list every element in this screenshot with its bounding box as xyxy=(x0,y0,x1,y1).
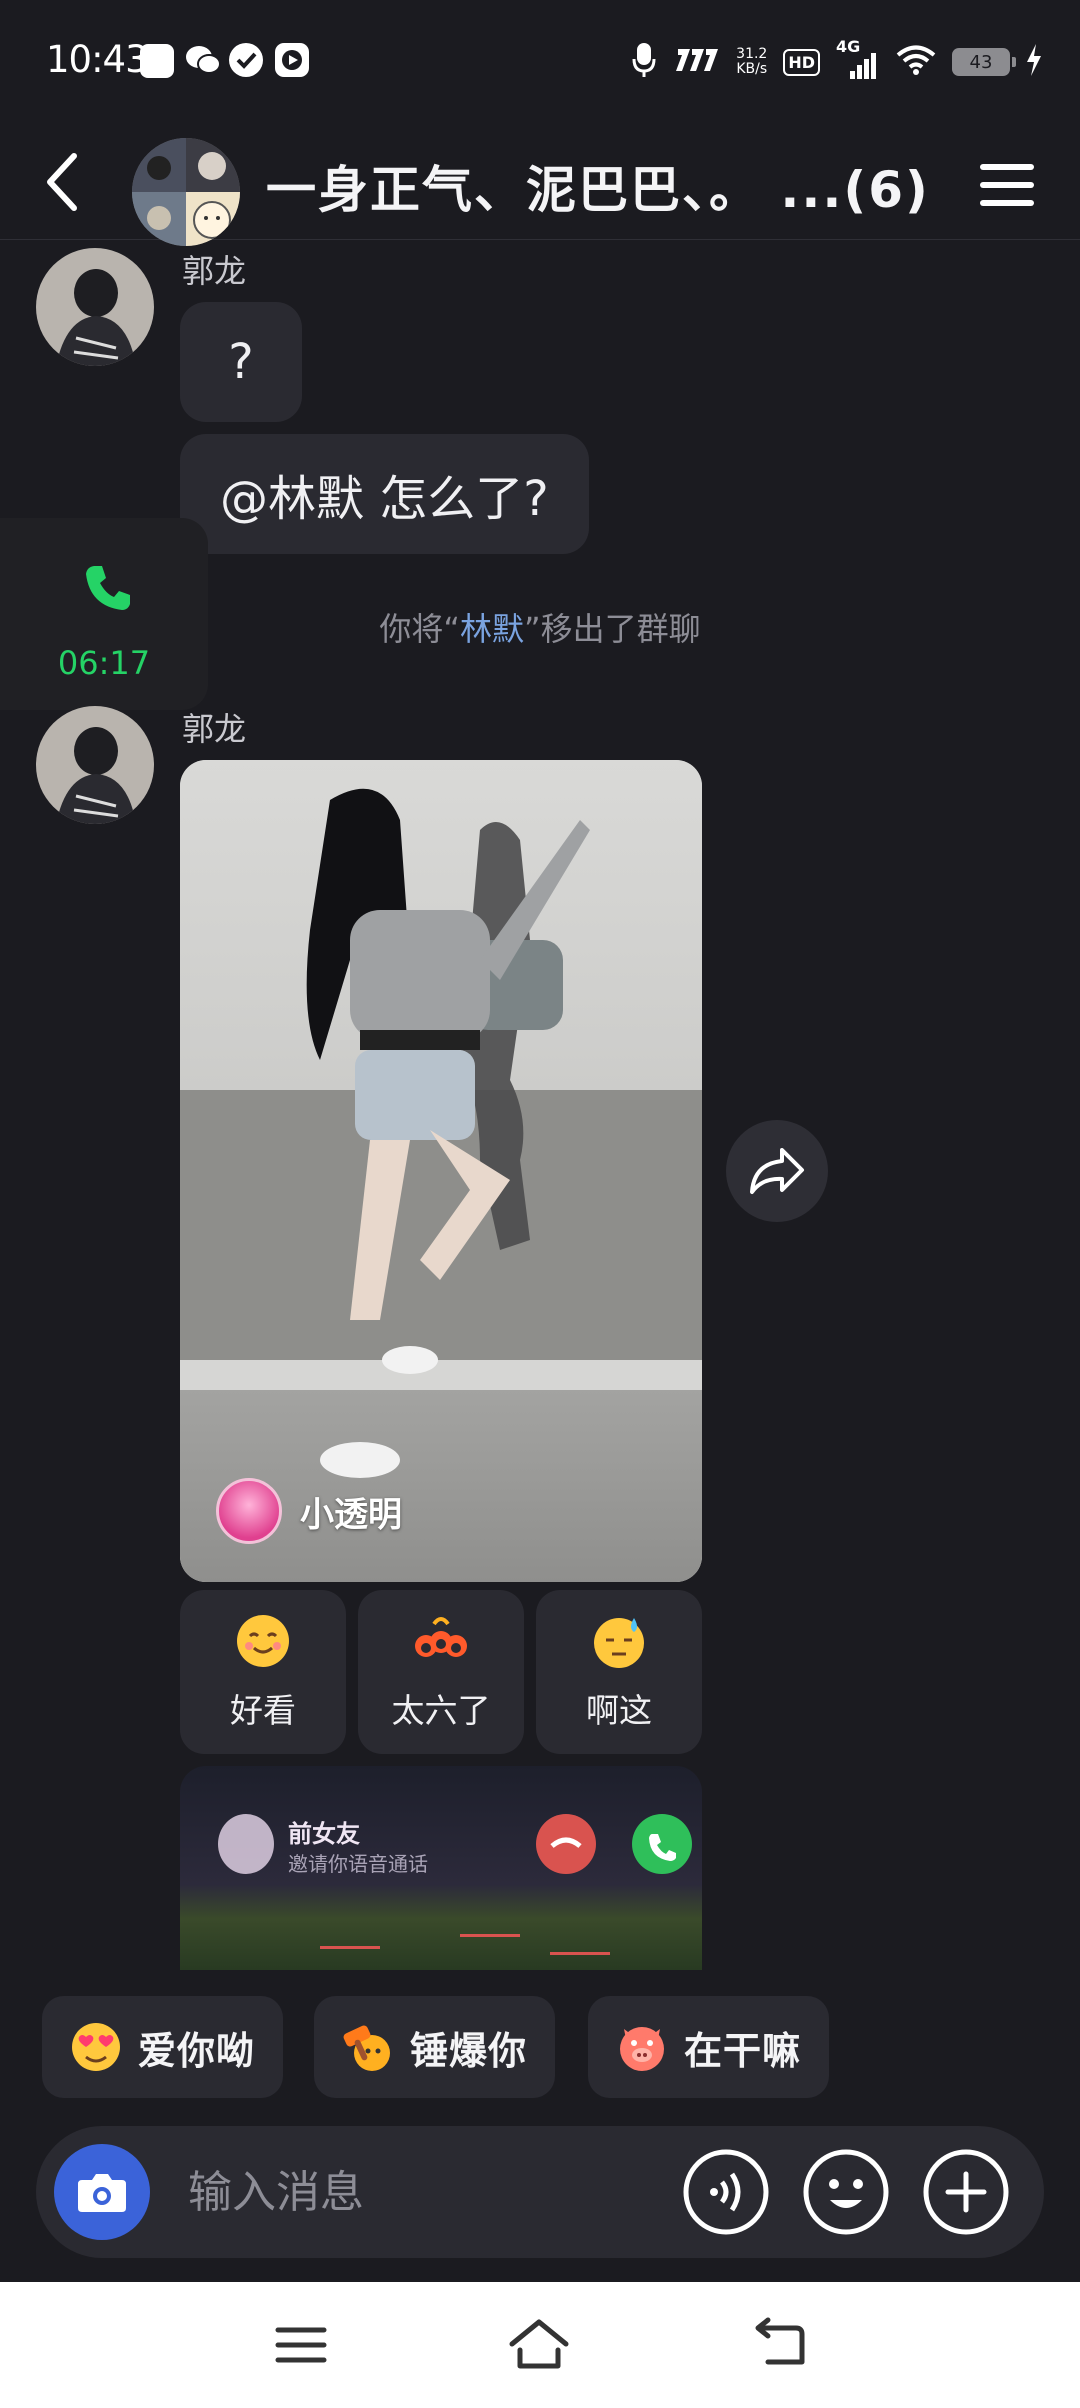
microphone-icon xyxy=(632,41,656,83)
video-thumbnail xyxy=(180,760,702,1582)
voice-button[interactable] xyxy=(680,2146,772,2238)
reaction-button-2[interactable]: 啊这 xyxy=(536,1590,702,1754)
back-arrow-icon xyxy=(47,153,77,211)
video-app-icon xyxy=(274,42,310,82)
status-right: 31.2 KB/s HD 4G 43 xyxy=(632,37,1042,84)
home-icon xyxy=(509,2319,569,2369)
video-author[interactable]: 小透明 xyxy=(216,1478,402,1544)
plus-icon xyxy=(923,2149,1009,2235)
network-speed-value: 31.2 xyxy=(736,46,768,62)
recents-button[interactable] xyxy=(266,2310,336,2380)
battery-indicator: 43 xyxy=(952,48,1016,76)
camera-icon xyxy=(78,2174,126,2212)
quick-reply-label: 在干嘛 xyxy=(684,2028,802,2073)
recents-menu-icon xyxy=(275,2327,327,2363)
chat-header: 一身正气、泥巴巴、。 ...(6) xyxy=(0,124,1080,246)
wifi-icon xyxy=(896,44,936,80)
cell-signal-icon: 4G xyxy=(836,37,880,81)
home-button[interactable] xyxy=(504,2310,574,2380)
system-message-name[interactable]: 林默 xyxy=(460,610,524,648)
call-card-caller: 前女友 xyxy=(288,1820,360,1848)
hamburger-icon xyxy=(980,164,1034,206)
reaction-button-1[interactable]: 太六了 xyxy=(358,1590,524,1754)
reaction-button-0[interactable]: 好看 xyxy=(180,1590,346,1754)
message-bubble-mention[interactable]: @林默 怎么了? xyxy=(180,434,589,554)
video-message-card[interactable]: 小透明 xyxy=(180,760,702,1582)
sweat-face-emoji-icon xyxy=(594,1618,644,1668)
reaction-label: 好看 xyxy=(230,1691,296,1730)
share-arrow-icon xyxy=(750,1148,804,1194)
reaction-label: 太六了 xyxy=(391,1691,491,1730)
carrier-logo-icon xyxy=(672,45,720,79)
quick-reply-1[interactable]: 锤爆你 xyxy=(314,1996,556,2098)
video-message-card-2[interactable]: 前女友 邀请你语音通话 xyxy=(180,1766,702,1970)
back-nav-button[interactable] xyxy=(744,2310,814,2380)
sender-avatar[interactable] xyxy=(36,248,154,366)
call-card-subtitle: 邀请你语音通话 xyxy=(288,1852,428,1876)
system-message-suffix: ”移出了群聊 xyxy=(524,610,701,648)
emoji-button[interactable] xyxy=(800,2146,892,2238)
sender-name: 郭龙 xyxy=(182,252,247,290)
menu-button[interactable] xyxy=(972,150,1042,220)
message-input[interactable] xyxy=(188,2152,668,2232)
camera-button[interactable] xyxy=(54,2144,150,2240)
system-message-prefix: 你将“ xyxy=(379,610,460,648)
sender-avatar[interactable] xyxy=(36,706,154,824)
mail-icon xyxy=(140,44,174,78)
quick-reply-0[interactable]: 爱你呦 xyxy=(42,1996,284,2098)
status-bar: 10:43 31.2 KB/s HD 4G 43 xyxy=(0,0,1080,124)
quick-reply-2[interactable]: 在干嘛 xyxy=(588,1996,830,2098)
message-bubble[interactable]: ? xyxy=(180,302,302,422)
chat-screen: 10:43 31.2 KB/s HD 4G 43 一身正气、泥巴巴、。 ...(… xyxy=(0,0,1080,2408)
reaction-label: 啊这 xyxy=(586,1691,652,1730)
group-title[interactable]: 一身正气、泥巴巴、。 ...(6) xyxy=(266,150,930,222)
sender-name: 郭龙 xyxy=(182,710,247,748)
system-message: 你将“林默”移出了群聊 xyxy=(0,604,1080,650)
voice-wave-icon xyxy=(683,2149,769,2235)
pig-emoji-icon xyxy=(620,2027,664,2071)
network-speed: 31.2 KB/s xyxy=(736,47,767,77)
hammer-emoji-icon xyxy=(343,2025,390,2071)
smiley-icon xyxy=(803,2149,889,2235)
smiling-face-emoji-icon xyxy=(237,1615,289,1667)
more-button[interactable] xyxy=(920,2146,1012,2238)
666-emoji-icon xyxy=(415,1617,467,1657)
charging-icon xyxy=(1026,44,1042,80)
author-avatar xyxy=(216,1478,282,1544)
call-thumbnail xyxy=(218,1814,692,1955)
message-input-bar xyxy=(36,2126,1044,2258)
network-speed-unit: KB/s xyxy=(736,61,768,77)
system-nav-bar xyxy=(0,2282,1080,2408)
status-time: 10:43 xyxy=(46,38,149,81)
back-nav-icon xyxy=(755,2317,805,2365)
heart-eyes-emoji-icon xyxy=(72,2023,120,2071)
hd-badge: HD xyxy=(783,48,820,76)
forward-button[interactable] xyxy=(726,1120,828,1222)
group-avatar[interactable] xyxy=(132,138,240,246)
wechat-icon xyxy=(184,42,222,82)
check-badge-icon xyxy=(228,42,264,82)
quick-reply-label: 爱你呦 xyxy=(138,2028,256,2073)
author-name: 小透明 xyxy=(300,1494,402,1535)
quick-reply-label: 锤爆你 xyxy=(410,2028,528,2073)
back-button[interactable] xyxy=(28,142,108,222)
